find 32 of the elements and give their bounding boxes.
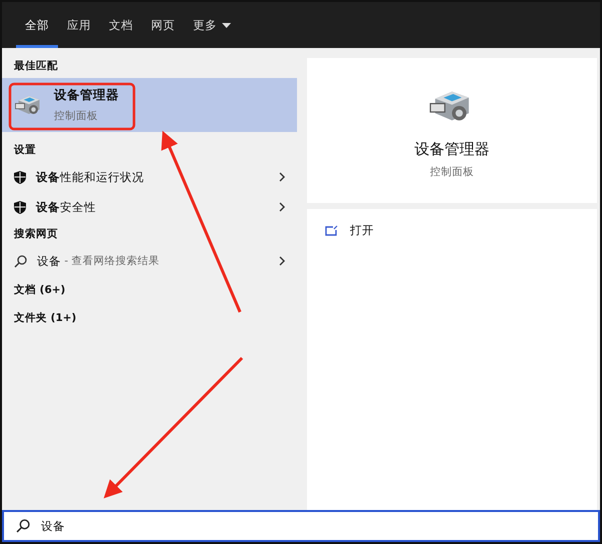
section-heading: 最佳匹配 xyxy=(13,59,59,74)
tab[interactable]: 应用 xyxy=(58,2,100,48)
tab[interactable]: 文档 xyxy=(100,2,142,48)
web-search-item[interactable]: 设备 - 查看网络搜索结果 xyxy=(2,246,297,276)
preview-title: 设备管理器 xyxy=(414,140,490,159)
chevron-icon xyxy=(279,172,285,182)
group-heading[interactable]: 文件夹 (1+) xyxy=(2,304,297,332)
preview-subtitle: 控制面板 xyxy=(430,165,474,179)
chevron-icon xyxy=(279,202,285,212)
web-hint: - 查看网络搜索结果 xyxy=(63,254,160,268)
caret-icon xyxy=(222,22,231,28)
shield-icon xyxy=(14,170,26,184)
open-icon xyxy=(325,224,338,236)
chevron-icon xyxy=(279,256,285,266)
shield-icon xyxy=(14,200,26,214)
open-action[interactable]: 打开 xyxy=(325,219,374,241)
section-heading: 设置 xyxy=(12,143,37,158)
result-subtitle: 控制面板 xyxy=(54,109,99,123)
search-icon xyxy=(16,519,30,533)
section-heading: 搜索网页 xyxy=(12,227,59,242)
web-query: 设备 xyxy=(37,254,61,268)
search-field[interactable]: 设备 xyxy=(2,510,600,542)
result-title: 设备管理器 xyxy=(54,87,119,104)
settings-label: 设备安全性 xyxy=(36,200,97,214)
settings-label: 设备性能和运行状况 xyxy=(36,170,145,184)
group-heading[interactable]: 文档 (6+) xyxy=(2,276,297,304)
search-icon xyxy=(14,254,27,268)
tab[interactable]: 网页 xyxy=(142,2,184,48)
settings-item[interactable]: 设备性能和运行状况 xyxy=(2,162,297,192)
best-match-item[interactable]: 设备管理器 控制面板 xyxy=(2,78,297,132)
tab[interactable]: 更多 xyxy=(184,2,240,48)
settings-item[interactable]: 设备安全性 xyxy=(2,192,297,222)
